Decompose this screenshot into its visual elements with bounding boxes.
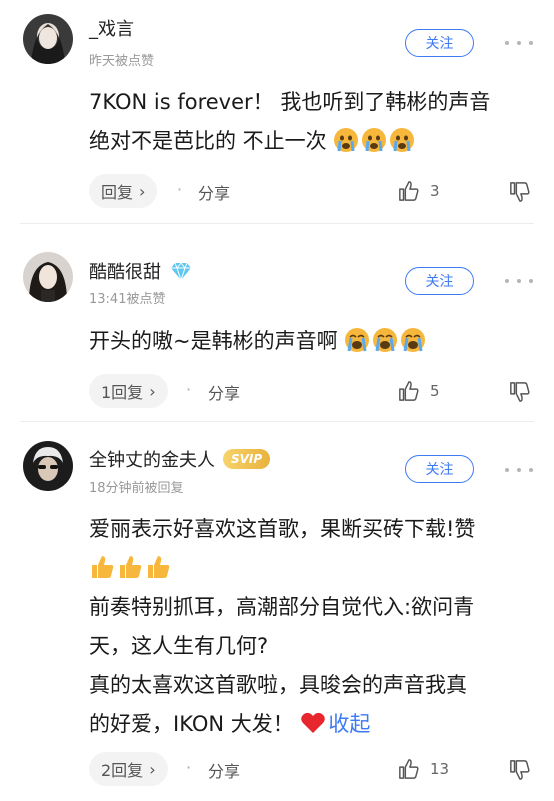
comment-line-with-collapse: 的好爱，IKON 大发！ 收起 <box>89 705 549 744</box>
reply-label: 回复 <box>101 183 134 202</box>
dislike-button[interactable] <box>509 181 531 207</box>
comment-text: 爱丽表示好喜欢这首歌，果断买砖下载!赞 前奏特别抓耳，高潮部分自觉代入:欲问青 … <box>89 510 549 744</box>
comment-line: 天，这人生有几何? <box>89 634 269 658</box>
dislike-button[interactable] <box>509 759 531 785</box>
comment-meta: 13:41被点赞 <box>89 292 166 307</box>
more-options-icon[interactable] <box>505 276 533 286</box>
follow-button[interactable]: 关注 <box>405 455 474 483</box>
loudly-crying-face-icon <box>345 328 370 352</box>
avatar-image <box>23 441 73 491</box>
loudly-crying-face-icon <box>373 328 398 352</box>
separator-dot: · <box>177 180 183 199</box>
comment-meta: 昨天被点赞 <box>89 54 155 69</box>
svip-badge: SVIP <box>223 449 271 469</box>
like-count: 5 <box>430 382 440 400</box>
like-button[interactable]: 5 <box>398 380 440 402</box>
thumbs-up-icon <box>399 759 419 779</box>
crying-face-icon <box>390 128 415 152</box>
chevron-right-icon: › <box>149 759 156 779</box>
loudly-crying-face-icon <box>401 328 426 352</box>
more-options-icon[interactable] <box>505 465 533 475</box>
thumbs-up-icon <box>399 381 419 401</box>
chevron-right-icon: › <box>139 181 146 201</box>
share-button[interactable]: 分享 <box>208 380 240 404</box>
collapse-link[interactable]: 收起 <box>328 712 370 736</box>
share-button[interactable]: 分享 <box>198 180 230 204</box>
comment-line: 7KON is forever！ 我也听到了韩彬的声音 <box>89 90 491 114</box>
reply-label: 2回复 <box>101 761 144 780</box>
share-button[interactable]: 分享 <box>208 758 240 782</box>
crying-face-icon <box>334 128 359 152</box>
avatar[interactable] <box>23 14 73 64</box>
thumbs-down-icon <box>510 382 530 402</box>
avatar[interactable] <box>23 441 73 491</box>
like-button[interactable]: 3 <box>398 180 440 202</box>
comment-line: 爱丽表示好喜欢这首歌，果断买砖下载!赞 <box>89 517 476 541</box>
like-count: 13 <box>430 760 450 778</box>
thumbs-down-icon <box>510 760 530 780</box>
heart-icon <box>301 712 326 733</box>
avatar[interactable] <box>23 252 73 302</box>
follow-button[interactable]: 关注 <box>405 29 474 57</box>
thumbs-up-emoji-icon <box>92 556 114 578</box>
separator-dot: · <box>186 380 192 399</box>
follow-button[interactable]: 关注 <box>405 267 474 295</box>
comment-line-with-emoji: 开头的嗷~是韩彬的声音啊 <box>89 322 549 361</box>
reply-button[interactable]: 2回复 › <box>89 752 168 786</box>
reply-label: 1回复 <box>101 383 144 402</box>
thumbs-down-icon <box>510 182 530 202</box>
emoji-row <box>89 549 549 588</box>
comment-meta: 18分钟前被回复 <box>89 481 184 496</box>
comment-line: 绝对不是芭比的 不止一次 <box>89 129 327 153</box>
username-text[interactable]: _戏言 <box>89 15 134 41</box>
comment-item: 全钟丈的金夫人 SVIP 18分钟前被回复 关注 爱丽表示好喜欢这首歌，果断买砖… <box>0 422 554 801</box>
like-count: 3 <box>430 182 440 200</box>
comment-text: 7KON is forever！ 我也听到了韩彬的声音 绝对不是芭比的 不止一次 <box>89 83 549 161</box>
comment-text: 开头的嗷~是韩彬的声音啊 <box>89 322 549 361</box>
comment-line-with-emoji: 绝对不是芭比的 不止一次 <box>89 122 549 161</box>
thumbs-up-emoji-icon <box>120 556 142 578</box>
avatar-image <box>23 14 73 64</box>
crying-face-icon <box>362 128 387 152</box>
chevron-right-icon: › <box>149 381 156 401</box>
comment-line: 真的太喜欢这首歌啦，具晙会的声音我真 <box>89 673 467 697</box>
reply-button[interactable]: 回复 › <box>89 174 158 208</box>
comment-line: 前奏特别抓耳，高潮部分自觉代入:欲问青 <box>89 595 475 619</box>
reply-button[interactable]: 1回复 › <box>89 374 168 408</box>
username[interactable]: 酷酷很甜 <box>89 258 193 284</box>
more-options-icon[interactable] <box>505 38 533 48</box>
thumbs-up-icon <box>399 181 419 201</box>
username-text[interactable]: 全钟丈的金夫人 <box>89 446 215 472</box>
comment-line: 开头的嗷~是韩彬的声音啊 <box>89 329 338 353</box>
like-button[interactable]: 13 <box>398 758 449 780</box>
diamond-icon <box>171 262 191 281</box>
separator-dot: · <box>186 758 192 777</box>
comment-item: 酷酷很甜 13:41被点赞 关注 开头的嗷~是韩彬的声音啊 1回复 › · 分享… <box>0 224 554 420</box>
thumbs-up-emoji-icon <box>148 556 170 578</box>
comment-line: 的好爱，IKON 大发！ <box>89 712 294 736</box>
avatar-image <box>23 252 73 302</box>
username[interactable]: 全钟丈的金夫人 SVIP <box>89 446 271 472</box>
comment-item: _戏言 昨天被点赞 关注 7KON is forever！ 我也听到了韩彬的声音… <box>0 0 554 215</box>
dislike-button[interactable] <box>509 381 531 407</box>
username[interactable]: _戏言 <box>89 15 134 41</box>
username-text[interactable]: 酷酷很甜 <box>89 258 161 284</box>
